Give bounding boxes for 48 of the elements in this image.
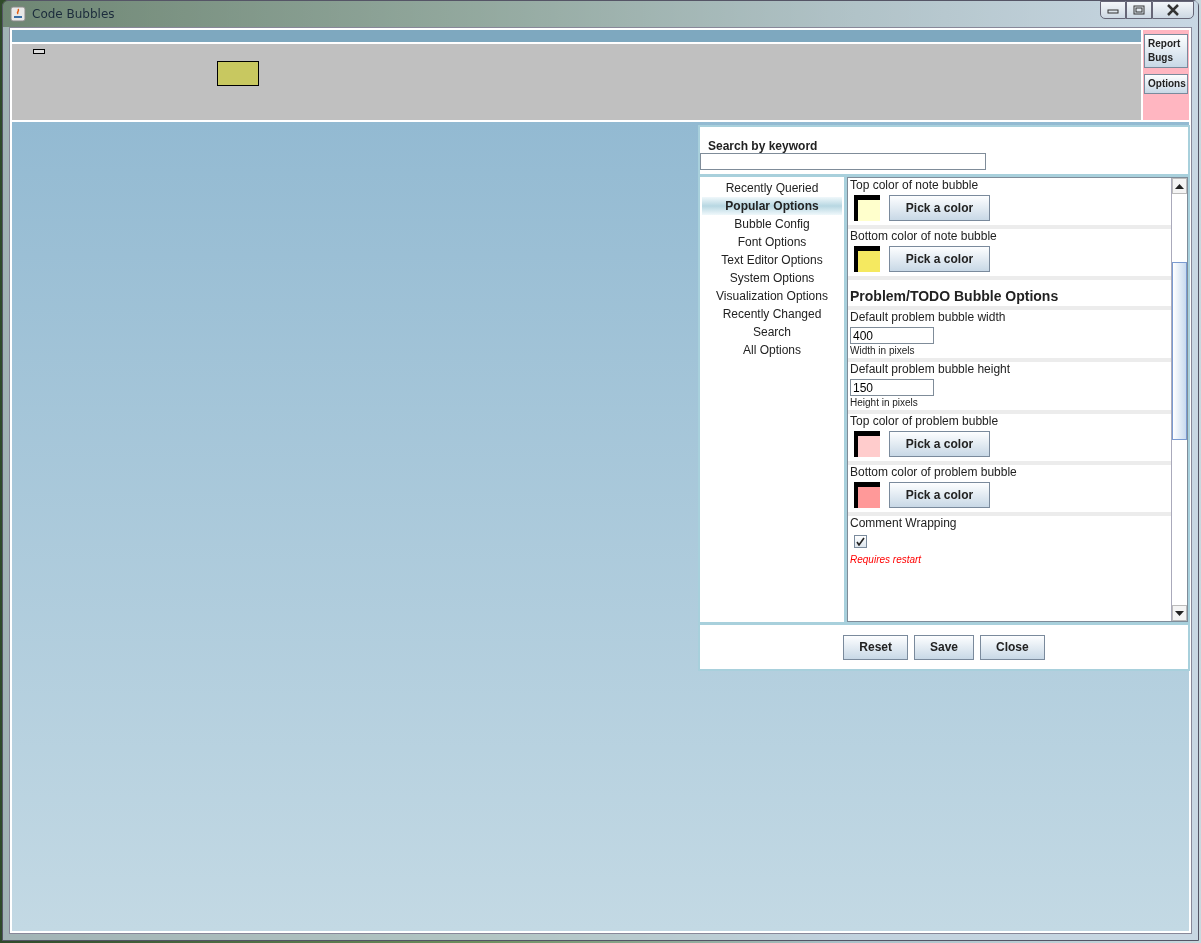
- minimize-icon: [1107, 6, 1119, 14]
- viewport-marker[interactable]: [33, 49, 45, 54]
- number-field[interactable]: 400: [850, 327, 934, 344]
- number-field[interactable]: 150: [850, 379, 934, 396]
- restore-icon: [1133, 5, 1145, 15]
- checkbox[interactable]: [854, 535, 867, 548]
- minimize-button[interactable]: [1100, 1, 1126, 19]
- save-button[interactable]: Save: [914, 634, 974, 660]
- setting-label: Top color of note bubble: [850, 178, 980, 193]
- setting-label: Top color of problem bubble: [850, 414, 1000, 429]
- setting-label: Bottom color of problem bubble: [850, 465, 1018, 480]
- close-button[interactable]: [1152, 1, 1194, 19]
- pick-color-button[interactable]: Pick a color: [889, 431, 990, 457]
- category-item[interactable]: Text Editor Options: [702, 251, 842, 269]
- restart-note: Requires restart: [850, 553, 923, 567]
- category-item[interactable]: Bubble Config: [702, 215, 842, 233]
- section-heading: Problem/TODO Bubble Options: [850, 288, 1060, 304]
- category-item[interactable]: Recently Changed: [702, 305, 842, 323]
- category-item[interactable]: Search: [702, 323, 842, 341]
- category-item[interactable]: All Options: [702, 341, 842, 359]
- category-item[interactable]: System Options: [702, 269, 842, 287]
- scrollbar[interactable]: [1171, 178, 1187, 621]
- hint-text: Height in pixels: [850, 397, 919, 408]
- search-field[interactable]: [700, 153, 986, 170]
- search-label: Search by keyword: [707, 139, 819, 153]
- setting-label: Bottom color of note bubble: [850, 229, 998, 244]
- category-item[interactable]: Font Options: [702, 233, 842, 251]
- setting-label: Default problem bubble width: [850, 310, 1007, 325]
- bubble-thumbnail[interactable]: [217, 61, 259, 86]
- hint-text: Width in pixels: [850, 345, 916, 356]
- category-item[interactable]: Recently Queried: [702, 179, 842, 197]
- scroll-down-icon[interactable]: [1175, 610, 1184, 616]
- pick-color-button[interactable]: Pick a color: [889, 482, 990, 508]
- cup-icon: [10, 6, 26, 22]
- close-button[interactable]: Close: [980, 634, 1045, 660]
- reset-button[interactable]: Reset: [843, 634, 908, 660]
- category-item[interactable]: Popular Options: [702, 197, 842, 215]
- scroll-up-icon[interactable]: [1175, 183, 1184, 189]
- category-item[interactable]: Visualization Options: [702, 287, 842, 305]
- setting-label: Comment Wrapping: [850, 516, 958, 531]
- maximize-button[interactable]: [1126, 1, 1152, 19]
- setting-label: Default problem bubble height: [850, 362, 1012, 377]
- window-title: Code Bubbles: [32, 7, 115, 21]
- options-button[interactable]: Options: [1144, 74, 1188, 94]
- close-icon: [1166, 4, 1180, 16]
- report-bugs-button[interactable]: Report Bugs: [1144, 34, 1188, 68]
- pick-color-button[interactable]: Pick a color: [889, 195, 990, 221]
- pick-color-button[interactable]: Pick a color: [889, 246, 990, 272]
